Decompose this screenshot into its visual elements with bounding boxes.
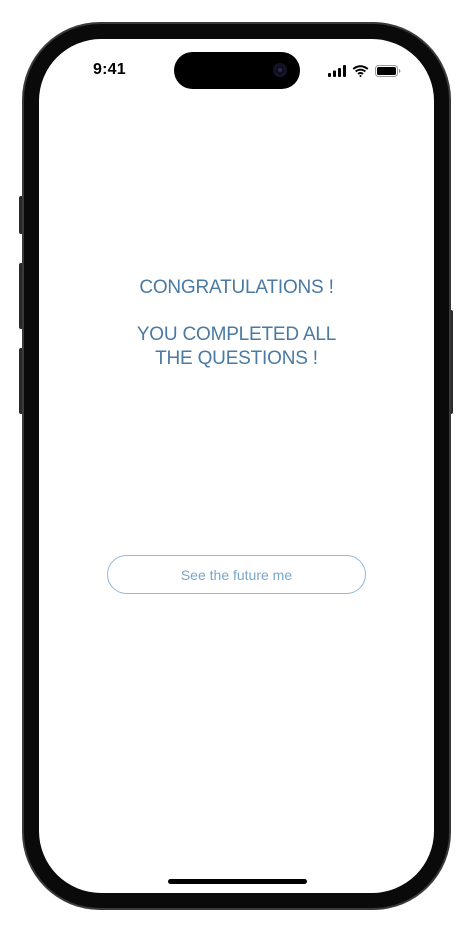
status-icons — [328, 64, 401, 78]
cellular-signal-icon — [328, 65, 346, 77]
completion-message: YOU COMPLETED ALL THE QUESTIONS ! — [39, 323, 434, 371]
home-indicator[interactable] — [168, 879, 307, 884]
battery-icon — [375, 65, 401, 77]
status-time: 9:41 — [93, 61, 126, 78]
see-future-me-button[interactable]: See the future me — [107, 555, 366, 594]
congratulations-title: CONGRATULATIONS ! — [139, 277, 334, 298]
screen: 9:41 CONGRATULATIONS ! YOU COMPLETED ALL… — [39, 39, 434, 893]
front-camera-icon — [273, 63, 287, 77]
completion-message-line2: THE QUESTIONS ! — [155, 348, 318, 369]
phone-bezel: 9:41 CONGRATULATIONS ! YOU COMPLETED ALL… — [24, 24, 449, 908]
wifi-icon — [352, 65, 369, 77]
phone-frame: 9:41 CONGRATULATIONS ! YOU COMPLETED ALL… — [22, 22, 451, 910]
dynamic-island — [174, 52, 300, 89]
completion-message-line1: YOU COMPLETED ALL — [136, 324, 337, 345]
